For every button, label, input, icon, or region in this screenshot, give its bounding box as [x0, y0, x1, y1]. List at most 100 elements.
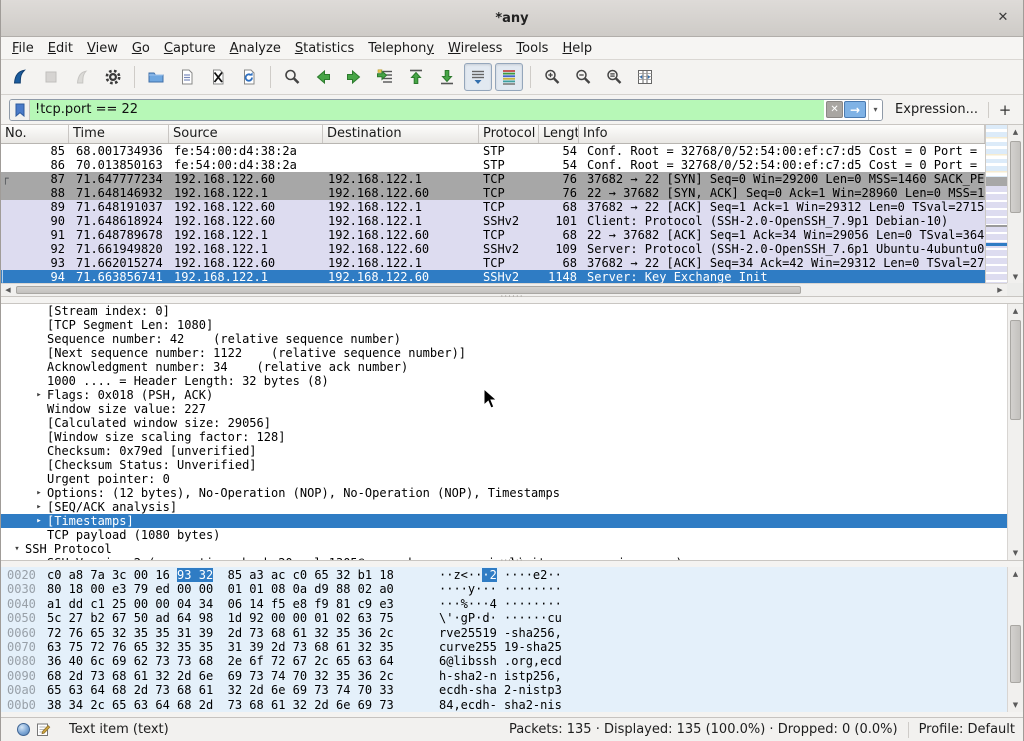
- hex-row[interactable]: 008036 40 6c 69 62 73 73 68 2e 6f 72 67 …: [1, 654, 1007, 668]
- scroll-up-arrow-icon[interactable]: ▲: [1008, 567, 1023, 581]
- column-header-protocol[interactable]: Protocol: [479, 125, 539, 143]
- column-header-no[interactable]: No.: [1, 125, 69, 143]
- close-file-button[interactable]: [204, 63, 232, 91]
- colorize-toggle[interactable]: [495, 63, 523, 91]
- scroll-down-arrow-icon[interactable]: ▼: [1008, 546, 1023, 560]
- packet-row[interactable]: 86 70.013850163 fe:54:00:d4:38:2a STP 54…: [1, 158, 985, 172]
- packet-list-vscrollbar[interactable]: ▲ ▼: [1007, 125, 1023, 284]
- packet-row[interactable]: 85 68.001734936 fe:54:00:d4:38:2a STP 54…: [1, 144, 985, 158]
- packet-row[interactable]: 90 71.648618924 192.168.122.60 192.168.1…: [1, 214, 985, 228]
- menu-item[interactable]: Help: [555, 39, 599, 58]
- open-file-button[interactable]: [142, 63, 170, 91]
- scroll-down-arrow-icon[interactable]: ▼: [1008, 698, 1023, 712]
- close-window-icon[interactable]: ✕: [995, 10, 1011, 26]
- column-header-destination[interactable]: Destination: [323, 125, 479, 143]
- zoom-out-button[interactable]: [569, 63, 597, 91]
- detail-line[interactable]: [Calculated window size: 29056]: [1, 416, 1007, 430]
- hex-row[interactable]: 00a065 63 64 68 2d 73 68 61 32 2d 6e 69 …: [1, 683, 1007, 697]
- packet-row[interactable]: ┌87 71.647777234 192.168.122.60 192.168.…: [1, 172, 985, 186]
- column-header-info[interactable]: Info: [579, 125, 985, 143]
- scroll-up-arrow-icon[interactable]: ▲: [1008, 125, 1023, 139]
- packet-row[interactable]: 93 71.662015274 192.168.122.60 192.168.1…: [1, 256, 985, 270]
- detail-line[interactable]: [Next sequence number: 1122 (relative se…: [1, 346, 1007, 360]
- capture-comment-icon[interactable]: [36, 722, 51, 737]
- go-to-packet-button[interactable]: [371, 63, 399, 91]
- packet-row[interactable]: ▏94 71.663856741 192.168.122.1 192.168.1…: [1, 270, 985, 284]
- menu-item[interactable]: File: [5, 39, 41, 58]
- detail-line[interactable]: ▸Options: (12 bytes), No-Operation (NOP)…: [1, 486, 1007, 500]
- hex-row[interactable]: 00505c 27 b2 67 50 ad 64 98 1d 92 00 00 …: [1, 611, 1007, 625]
- packet-row[interactable]: 88 71.648146932 192.168.122.1 192.168.12…: [1, 186, 985, 200]
- go-forward-button[interactable]: [340, 63, 368, 91]
- filter-history-dropdown[interactable]: ▾: [868, 100, 882, 120]
- go-to-first-button[interactable]: [402, 63, 430, 91]
- zoom-in-button[interactable]: [538, 63, 566, 91]
- auto-scroll-toggle[interactable]: [464, 63, 492, 91]
- reload-file-button[interactable]: [235, 63, 263, 91]
- go-back-button[interactable]: [309, 63, 337, 91]
- detail-line[interactable]: 1000 .... = Header Length: 32 bytes (8): [1, 374, 1007, 388]
- detail-line[interactable]: Urgent pointer: 0: [1, 472, 1007, 486]
- intelligent-scrollbar-minimap[interactable]: [985, 125, 1007, 284]
- capture-options-button[interactable]: [99, 63, 127, 91]
- expander-icon[interactable]: ▸: [31, 388, 47, 402]
- hex-row[interactable]: 00b038 34 2c 65 63 64 68 2d 73 68 61 32 …: [1, 698, 1007, 712]
- menu-item[interactable]: Statistics: [288, 39, 361, 58]
- menu-item[interactable]: View: [80, 39, 125, 58]
- expander-icon[interactable]: ▸: [31, 514, 47, 528]
- packet-row[interactable]: 91 71.648789678 192.168.122.1 192.168.12…: [1, 228, 985, 242]
- detail-line[interactable]: Acknowledgment number: 34 (relative ack …: [1, 360, 1007, 374]
- scrollbar-thumb[interactable]: [1010, 141, 1021, 213]
- detail-line[interactable]: [Stream index: 0]: [1, 304, 1007, 318]
- hex-dump[interactable]: 0020c0 a8 7a 3c 00 16 93 32 85 a3 ac c0 …: [1, 567, 1007, 712]
- filter-bookmark-button[interactable]: [10, 100, 30, 120]
- zoom-original-button[interactable]: [600, 63, 628, 91]
- scrollbar-thumb[interactable]: [1010, 625, 1021, 683]
- detail-line[interactable]: Sequence number: 42 (relative sequence n…: [1, 332, 1007, 346]
- menu-item[interactable]: Telephony: [361, 39, 441, 58]
- menu-item[interactable]: Go: [125, 39, 157, 58]
- save-file-button[interactable]: [173, 63, 201, 91]
- profile-status[interactable]: Profile: Default: [919, 722, 1015, 737]
- menu-item[interactable]: Edit: [41, 39, 80, 58]
- scroll-right-arrow-icon[interactable]: ▶: [993, 284, 1007, 296]
- hex-row[interactable]: 007063 75 72 76 65 32 35 35 31 39 2d 73 …: [1, 640, 1007, 654]
- detail-line[interactable]: [Window size scaling factor: 128]: [1, 430, 1007, 444]
- detail-line[interactable]: ▸[SEQ/ACK analysis]: [1, 500, 1007, 514]
- menu-item[interactable]: Capture: [157, 39, 223, 58]
- column-header-length[interactable]: Length: [539, 125, 579, 143]
- hex-row[interactable]: 0020c0 a8 7a 3c 00 16 93 32 85 a3 ac c0 …: [1, 568, 1007, 582]
- add-filter-button[interactable]: +: [997, 101, 1013, 119]
- hex-row[interactable]: 006072 76 65 32 35 35 31 39 2d 73 68 61 …: [1, 626, 1007, 640]
- detail-line[interactable]: ▸[Timestamps]: [1, 514, 1007, 528]
- packet-row[interactable]: 92 71.661949820 192.168.122.1 192.168.12…: [1, 242, 985, 256]
- packet-row[interactable]: 89 71.648191037 192.168.122.60 192.168.1…: [1, 200, 985, 214]
- details-vscrollbar[interactable]: ▲ ▼: [1007, 304, 1023, 560]
- go-to-last-button[interactable]: [433, 63, 461, 91]
- scrollbar-thumb[interactable]: [1010, 320, 1021, 420]
- expander-icon[interactable]: ▸: [31, 556, 47, 560]
- start-capture-button[interactable]: [6, 63, 34, 91]
- detail-line[interactable]: Checksum: 0x79ed [unverified]: [1, 444, 1007, 458]
- find-packet-button[interactable]: [278, 63, 306, 91]
- menu-item[interactable]: Wireless: [441, 39, 509, 58]
- hex-row[interactable]: 009068 2d 73 68 61 32 2d 6e 69 73 74 70 …: [1, 669, 1007, 683]
- filter-apply-button[interactable]: →: [844, 101, 866, 118]
- hex-vscrollbar[interactable]: ▲ ▼: [1007, 567, 1023, 712]
- detail-line[interactable]: Window size value: 227: [1, 402, 1007, 416]
- filter-clear-button[interactable]: ✕: [826, 101, 843, 118]
- detail-line[interactable]: TCP payload (1080 bytes): [1, 528, 1007, 542]
- column-header-time[interactable]: Time: [69, 125, 169, 143]
- scroll-left-arrow-icon[interactable]: ◀: [1, 284, 15, 296]
- expander-icon[interactable]: ▸: [31, 486, 47, 500]
- hex-row[interactable]: 0040a1 dd c1 25 00 00 04 34 06 14 f5 e8 …: [1, 597, 1007, 611]
- expander-icon[interactable]: ▾: [9, 542, 25, 556]
- detail-line[interactable]: [Checksum Status: Unverified]: [1, 458, 1007, 472]
- resize-columns-button[interactable]: [631, 63, 659, 91]
- menu-item[interactable]: Analyze: [223, 39, 288, 58]
- expander-icon[interactable]: ▸: [31, 500, 47, 514]
- hex-row[interactable]: 003080 18 00 e3 79 ed 00 00 01 01 08 0a …: [1, 582, 1007, 596]
- expression-button[interactable]: Expression...: [895, 102, 978, 117]
- detail-line[interactable]: [TCP Segment Len: 1080]: [1, 318, 1007, 332]
- scrollbar-thumb[interactable]: [16, 286, 801, 294]
